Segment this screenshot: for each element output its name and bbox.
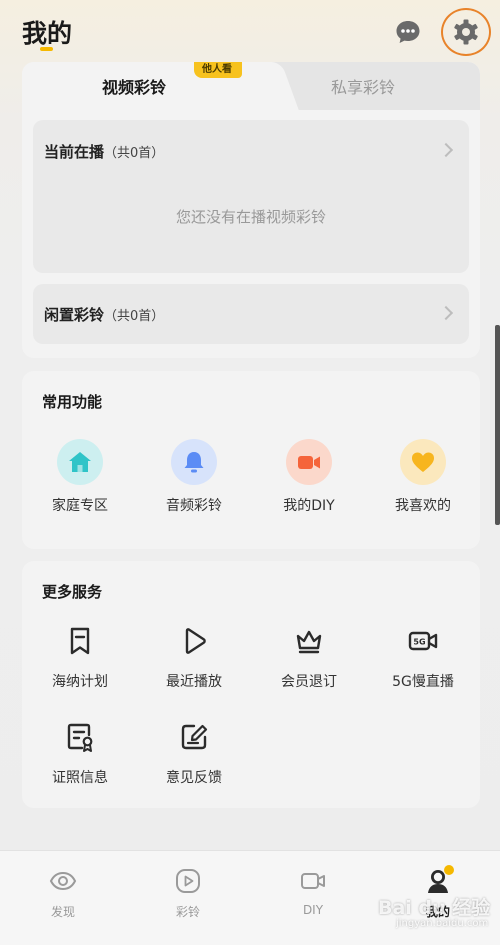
others-see-badge: 他人看 [194,62,242,78]
service-5g-slow-live[interactable]: 5G 5G慢直播 [368,625,478,691]
service-label: 5G慢直播 [392,674,454,690]
more-services-card: 更多服务 海纳计划 最近播放 会员退订 5G 5G慢直播 证照信息 意见反馈 [22,561,480,808]
header: 我的 [0,0,500,62]
heart-icon [400,439,446,485]
message-icon[interactable] [394,18,422,46]
function-label: 音频彩铃 [166,498,222,514]
settings-button[interactable] [441,8,491,56]
common-functions-card: 常用功能 家庭专区 音频彩铃 我的DIY 我喜欢的 [22,371,480,549]
5g-camera-icon: 5G [408,631,438,651]
ringtone-tabs: 视频彩铃 私享彩铃 他人看 [22,62,480,110]
svg-text:5G: 5G [413,638,425,647]
edit-icon [181,724,208,750]
service-label: 会员退订 [281,674,337,690]
service-label: 证照信息 [52,770,108,786]
home-icon [57,439,103,485]
function-family-zone[interactable]: 家庭专区 [25,439,135,515]
eye-icon [49,871,77,891]
idle-ringtones-section[interactable]: 闲置彩铃（共0首） [33,284,469,344]
function-label: 我喜欢的 [395,498,451,514]
idle-ringtones-title: 闲置彩铃（共0首） [44,306,165,324]
nav-label: DIY [302,903,324,917]
nav-label: 发现 [50,905,75,919]
chevron-right-icon [438,305,454,321]
service-haina-plan[interactable]: 海纳计划 [25,625,135,691]
service-label: 意见反馈 [166,770,222,786]
nav-ringtone[interactable]: 彩铃 [148,867,228,920]
video-camera-icon [286,439,332,485]
play-icon [185,628,206,654]
tab-private-ringtone[interactable]: 私享彩铃 [331,74,395,98]
function-my-likes[interactable]: 我喜欢的 [368,439,478,515]
now-playing-count: （共0首） [104,146,165,161]
gear-icon [454,19,478,45]
now-playing-section[interactable]: 当前在播（共0首） 您还没有在播视频彩铃 [33,120,469,273]
idle-ringtones-count: （共0首） [104,309,165,324]
play-circle-icon [176,869,200,893]
service-member-unsubscribe[interactable]: 会员退订 [254,625,364,691]
ringtone-card: 视频彩铃 私享彩铃 他人看 当前在播（共0首） 您还没有在播视频彩铃 闲置彩铃（… [22,62,480,358]
service-label: 最近播放 [166,674,222,690]
function-label: 家庭专区 [52,498,108,514]
function-label: 我的DIY [283,498,335,514]
nav-discover[interactable]: 发现 [23,867,103,920]
service-license-info[interactable]: 证照信息 [25,721,135,787]
watermark-url: jingyan.baidu.com [396,918,489,929]
tab-video-ringtone[interactable]: 视频彩铃 [102,74,166,98]
function-audio-ringtone[interactable]: 音频彩铃 [139,439,249,515]
service-recent-play[interactable]: 最近播放 [139,625,249,691]
certificate-icon [67,723,93,752]
diy-camera-icon [301,873,325,889]
watermark-logo: Bai du 经验 [378,897,491,919]
more-services-title: 更多服务 [42,583,103,601]
service-feedback[interactable]: 意见反馈 [139,721,249,787]
nav-diy[interactable]: DIY [273,867,353,917]
bookmark-icon [70,627,90,655]
empty-state-text: 您还没有在播视频彩铃 [175,208,326,226]
notification-dot [444,865,454,875]
now-playing-title: 当前在播（共0首） [44,143,165,161]
bell-icon [171,439,217,485]
service-label: 海纳计划 [52,674,108,690]
crown-icon [296,630,322,654]
title-underline [40,47,53,51]
scrollbar[interactable] [495,325,500,525]
nav-label: 彩铃 [175,905,200,919]
function-my-diy[interactable]: 我的DIY [254,439,364,515]
page-title: 我的 [22,19,73,48]
chevron-right-icon [438,142,454,158]
common-functions-title: 常用功能 [42,393,103,411]
